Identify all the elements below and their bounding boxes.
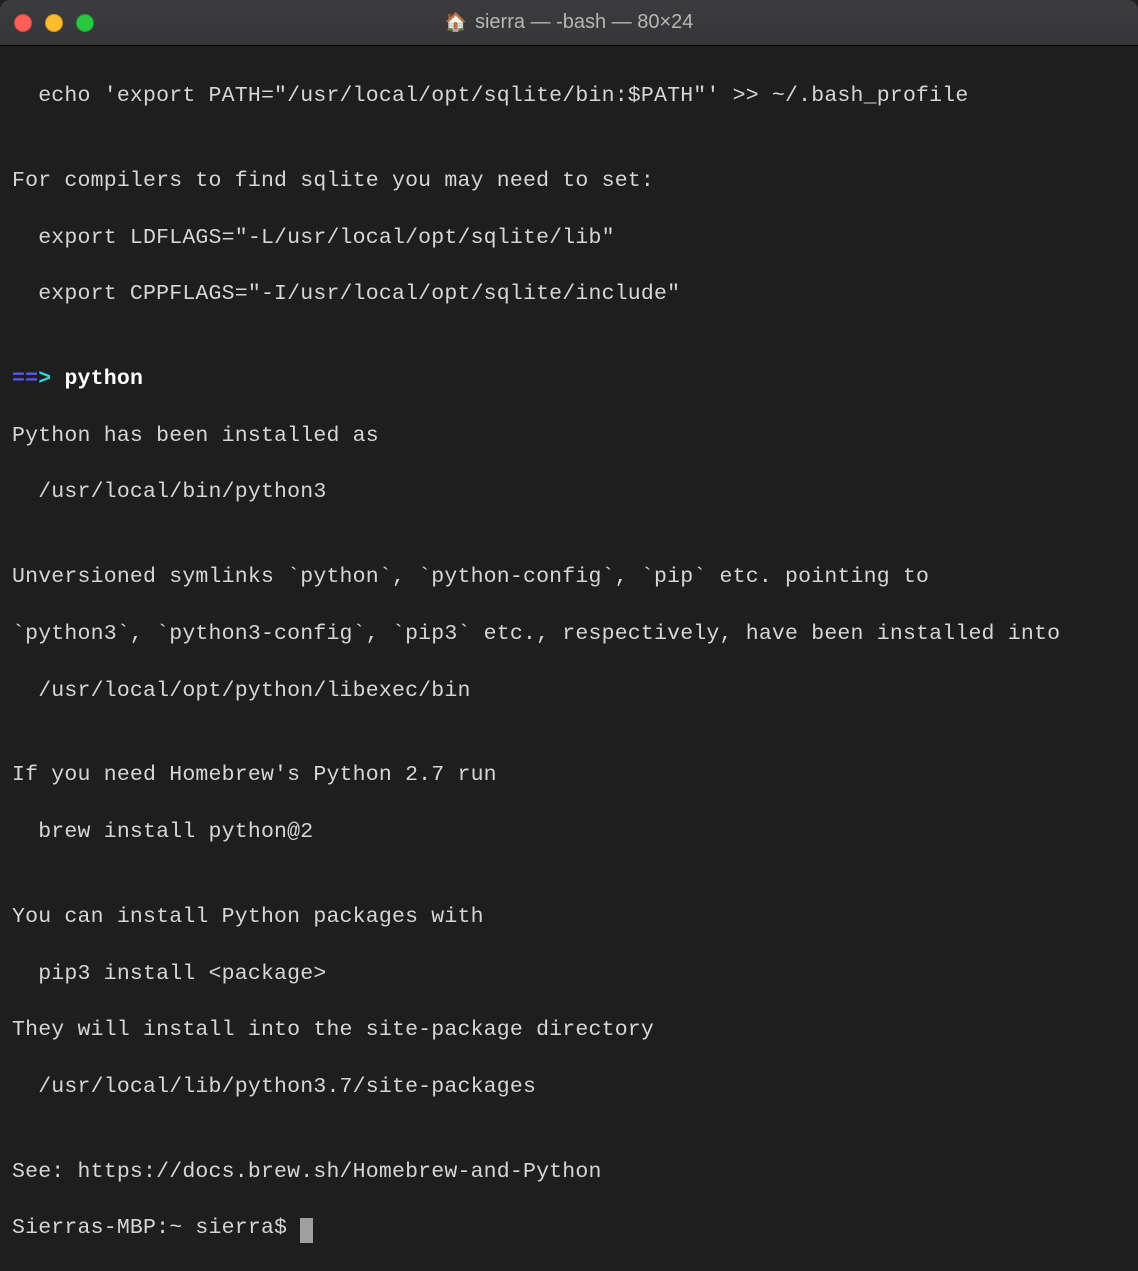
terminal-line: /usr/local/lib/python3.7/site-packages [12,1073,1126,1101]
terminal-line: You can install Python packages with [12,903,1126,931]
terminal-line: export CPPFLAGS="-I/usr/local/opt/sqlite… [12,280,1126,308]
minimize-window-button[interactable] [45,14,63,32]
shell-prompt: Sierras-MBP:~ sierra$ [12,1214,300,1242]
window-title-text: sierra — -bash — 80×24 [475,11,693,34]
package-name: python [64,367,143,391]
close-window-button[interactable] [14,14,32,32]
terminal-line: Python has been installed as [12,422,1126,450]
cursor-icon [300,1218,313,1243]
terminal-line: brew install python@2 [12,818,1126,846]
terminal-line: ==> python [12,365,1126,393]
caveats-arrow-icon: > [38,367,64,391]
terminal-line: See: https://docs.brew.sh/Homebrew-and-P… [12,1158,1126,1186]
terminal-line: `python3`, `python3-config`, `pip3` etc.… [12,620,1126,648]
terminal-prompt-line[interactable]: Sierras-MBP:~ sierra$ [12,1214,1126,1242]
window-titlebar: 🏠 sierra — -bash — 80×24 [0,0,1138,46]
terminal-line: pip3 install <package> [12,960,1126,988]
maximize-window-button[interactable] [76,14,94,32]
terminal-line: Unversioned symlinks `python`, `python-c… [12,563,1126,591]
terminal-line: echo 'export PATH="/usr/local/opt/sqlite… [12,82,1126,110]
terminal-output[interactable]: echo 'export PATH="/usr/local/opt/sqlite… [0,46,1138,1271]
window-title: 🏠 sierra — -bash — 80×24 [445,11,694,34]
terminal-line: export LDFLAGS="-L/usr/local/opt/sqlite/… [12,224,1126,252]
traffic-lights [14,14,94,32]
terminal-line: They will install into the site-package … [12,1016,1126,1044]
terminal-line: /usr/local/opt/python/libexec/bin [12,677,1126,705]
terminal-line: For compilers to find sqlite you may nee… [12,167,1126,195]
home-folder-icon: 🏠 [445,12,467,33]
caveats-arrow-icon: == [12,367,38,391]
terminal-line: If you need Homebrew's Python 2.7 run [12,761,1126,789]
terminal-line: /usr/local/bin/python3 [12,478,1126,506]
